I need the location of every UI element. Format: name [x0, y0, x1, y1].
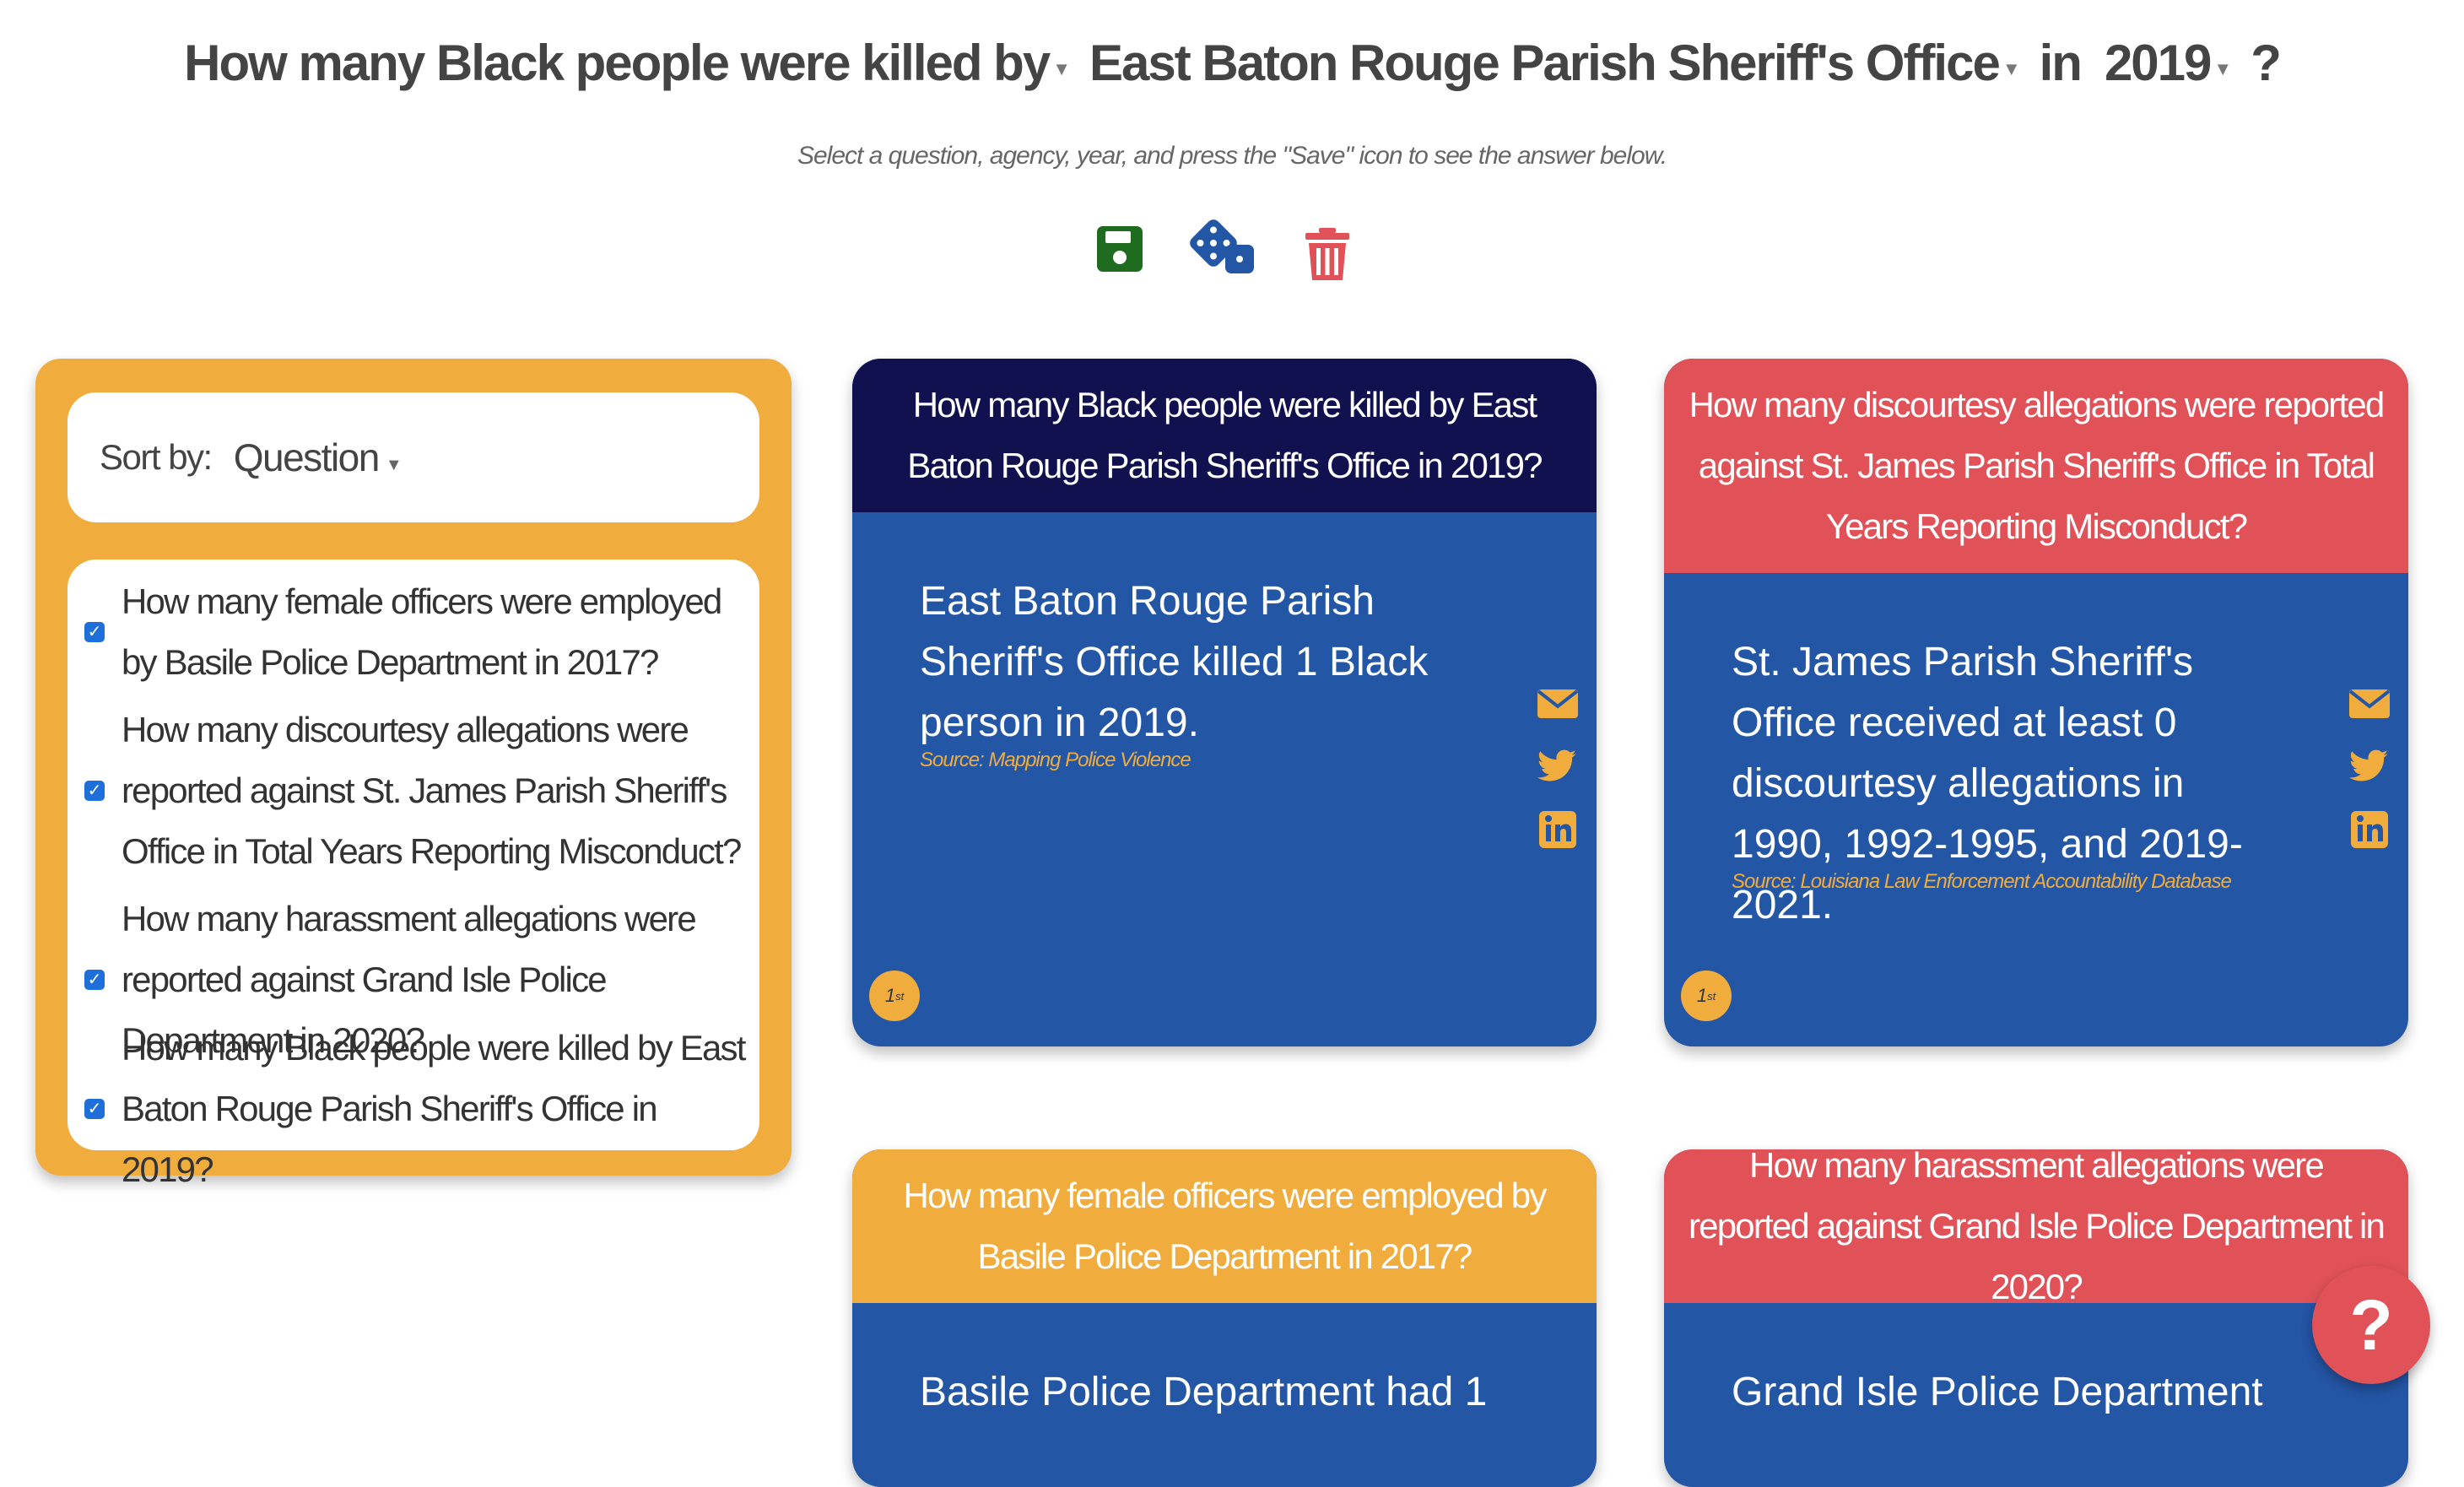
question-checkbox[interactable]: ✓ — [84, 1099, 105, 1119]
answer-card-title: How many harassment allegations were rep… — [1664, 1149, 2408, 1306]
chevron-down-icon: ▼ — [1052, 57, 1071, 79]
question-list-item[interactable]: ✓ How many discourtesy allegations were … — [68, 700, 759, 882]
share-buttons — [1536, 681, 1580, 871]
question-list-item-label: How many female officers were employed b… — [122, 581, 722, 682]
random-question-button[interactable] — [1188, 218, 1254, 277]
source-text: Source: Louisiana Law Enforcement Accoun… — [1732, 870, 2232, 893]
floppy-disk-icon — [1097, 226, 1143, 272]
question-list-item[interactable]: ✓ How many female officers were employed… — [68, 571, 759, 693]
answer-card-title: How many discourtesy allegations were re… — [1664, 359, 2408, 573]
answer-card: How many Black people were killed by Eas… — [852, 359, 1597, 1046]
envelope-icon[interactable] — [2348, 681, 2391, 725]
agency-select[interactable]: East Baton Rouge Parish Sheriff's Office… — [1089, 34, 2040, 92]
question-list: ✓ How many female officers were employed… — [68, 560, 759, 1189]
question-builder: How many Black people were killed by ▼ E… — [0, 34, 2464, 92]
year-select[interactable]: 2019 ▼ — [2105, 34, 2251, 92]
question-checkbox[interactable]: ✓ — [84, 970, 105, 990]
chevron-down-icon: ▼ — [385, 455, 403, 474]
agency-select-value: East Baton Rouge Parish Sheriff's Office — [1089, 35, 2001, 91]
answer-card: How many harassment allegations were rep… — [1664, 1149, 2408, 1487]
rank-badge: 1st — [1681, 971, 1732, 1021]
answer-text: Grand Isle Police Department — [1732, 1370, 2263, 1414]
question-select-value: How many Black people were killed by — [184, 35, 1051, 91]
twitter-icon[interactable] — [1536, 744, 1580, 788]
help-button[interactable]: ? — [2312, 1266, 2430, 1384]
question-list-item-label: How many discourtesy allegations were re… — [122, 710, 742, 871]
rank-number: 1 — [884, 985, 896, 1006]
share-buttons — [2348, 681, 2391, 871]
question-checkbox[interactable]: ✓ — [84, 622, 105, 642]
source-text: Source: Mapping Police Violence — [920, 749, 1191, 771]
toolbar — [1089, 218, 1384, 294]
question-checkbox[interactable]: ✓ — [84, 781, 105, 801]
answer-card: How many discourtesy allegations were re… — [1664, 359, 2408, 1046]
answer-card-title: How many Black people were killed by Eas… — [852, 359, 1597, 512]
question-list-item[interactable]: ✓ How many Black people were killed by E… — [68, 1018, 759, 1200]
answer-text: East Baton Rouge Parish Sheriff's Office… — [920, 579, 1429, 745]
sort-label: Sort by: — [100, 437, 213, 477]
answer-card-title: How many female officers were employed b… — [852, 1149, 1597, 1303]
in-label: in — [2039, 35, 2083, 91]
year-select-value: 2019 — [2104, 35, 2212, 91]
answer-text: Basile Police Department had 1 — [920, 1370, 1488, 1414]
instructions-text: Select a question, agency, year, and pre… — [797, 142, 1667, 170]
rank-suffix: st — [895, 989, 905, 1003]
rank-badge: 1st — [869, 971, 920, 1021]
trash-icon — [1305, 228, 1349, 280]
chevron-down-icon: ▼ — [2213, 57, 2232, 79]
delete-button[interactable] — [1304, 228, 1363, 287]
dice-icon — [1190, 219, 1254, 273]
envelope-icon[interactable] — [1536, 681, 1580, 725]
question-select[interactable]: How many Black people were killed by ▼ — [184, 34, 1089, 92]
question-list-item-label: How many Black people were killed by Eas… — [122, 1028, 746, 1189]
linkedin-icon[interactable] — [1536, 808, 1580, 852]
rank-suffix: st — [1707, 989, 1716, 1003]
linkedin-icon[interactable] — [2348, 808, 2391, 852]
answer-card: How many female officers were employed b… — [852, 1149, 1597, 1487]
twitter-icon[interactable] — [2348, 744, 2391, 788]
save-button[interactable] — [1095, 224, 1154, 284]
saved-questions-panel: Sort by: Question ▼ ✓ How many female of… — [35, 359, 792, 1189]
sort-control: Sort by: Question ▼ — [68, 392, 759, 522]
rank-number: 1 — [1696, 985, 1708, 1006]
chevron-down-icon: ▼ — [2002, 57, 2021, 79]
question-mark: ? — [2251, 35, 2282, 91]
sort-select[interactable]: Question — [234, 435, 381, 480]
